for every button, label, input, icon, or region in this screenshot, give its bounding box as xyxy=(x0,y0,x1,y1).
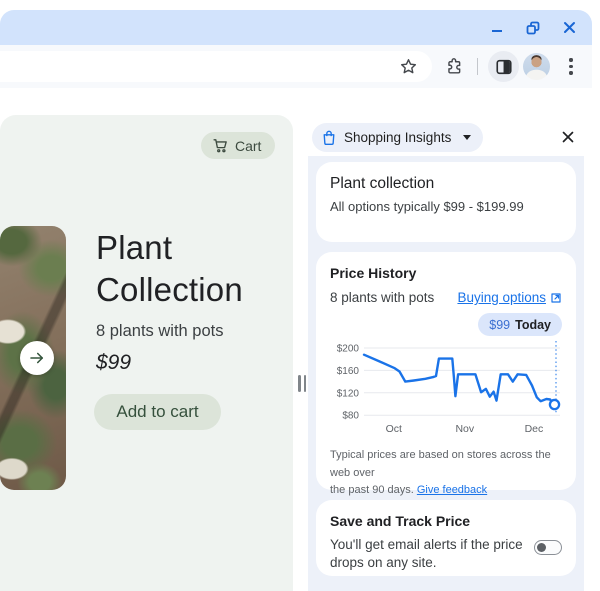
menu-dot xyxy=(569,71,573,75)
minimize-button[interactable] xyxy=(488,19,506,37)
disclaimer-line1: Typical prices are based on stores acros… xyxy=(330,449,551,479)
cart-button-label: Cart xyxy=(235,137,262,154)
today-price-badge: $99 Today xyxy=(478,313,562,336)
buying-options-label: Buying options xyxy=(457,290,546,305)
price-history-card: Price History 8 plants with pots Buying … xyxy=(316,252,576,496)
save-track-title: Save and Track Price xyxy=(330,513,471,529)
close-icon xyxy=(563,22,575,33)
bookmark-star-icon[interactable] xyxy=(399,57,418,76)
webpage: Cart Plant Collection 8 plants with pots… xyxy=(0,115,293,591)
next-image-button[interactable] xyxy=(20,341,54,375)
today-label: Today xyxy=(515,317,551,332)
svg-text:Nov: Nov xyxy=(455,423,474,435)
svg-text:$120: $120 xyxy=(337,388,360,399)
browser-menu-button[interactable] xyxy=(562,51,580,82)
save-track-price-card: Save and Track Price You'll get email al… xyxy=(316,500,576,576)
extensions-icon[interactable] xyxy=(445,57,464,76)
restore-icon xyxy=(526,21,540,34)
give-feedback-link[interactable]: Give feedback xyxy=(417,484,487,496)
save-track-body-line1: You'll get email alerts if the price xyxy=(330,537,523,552)
price-track-toggle[interactable] xyxy=(534,540,562,555)
cart-button[interactable]: Cart xyxy=(201,132,276,159)
side-panel-icon xyxy=(495,59,512,74)
price-history-title: Price History xyxy=(330,265,417,281)
restore-button[interactable] xyxy=(524,19,542,37)
close-window-button[interactable] xyxy=(560,19,578,37)
side-panel-button[interactable] xyxy=(488,51,519,82)
resize-handle-bar xyxy=(298,375,301,392)
chart-disclaimer: Typical prices are based on stores acros… xyxy=(330,447,562,500)
minimize-icon xyxy=(492,29,502,32)
panel-title: Shopping Insights xyxy=(344,130,452,145)
svg-text:$160: $160 xyxy=(337,366,360,377)
product-subtitle: 8 plants with pots xyxy=(96,322,224,340)
window-titlebar xyxy=(0,10,592,45)
product-summary-card: Plant collection All options typically $… xyxy=(316,162,576,242)
svg-text:$200: $200 xyxy=(337,344,360,355)
menu-dot xyxy=(569,64,573,69)
shopping-bag-icon xyxy=(323,130,335,145)
close-icon xyxy=(562,131,574,143)
external-link-icon xyxy=(551,292,561,303)
panel-resize-handle[interactable] xyxy=(298,375,307,392)
address-bar[interactable] xyxy=(0,51,432,82)
price-history-subtitle: 8 plants with pots xyxy=(330,290,435,305)
cart-icon xyxy=(213,139,227,153)
today-price: $99 xyxy=(489,317,511,332)
price-history-chart: $200 $160 $120 $80 Oct Nov Dec xyxy=(337,341,561,435)
product-price: $99 xyxy=(96,351,132,374)
toggle-knob xyxy=(537,543,546,552)
buying-options-link[interactable]: Buying options xyxy=(457,290,562,305)
save-track-body-line2: drops on any site. xyxy=(330,555,437,571)
summary-subtitle: All options typically $99 - $199.99 xyxy=(330,199,524,214)
menu-dot xyxy=(569,58,573,62)
save-track-body: You'll get email alerts if the price dro… xyxy=(330,536,526,572)
add-to-cart-button[interactable]: Add to cart xyxy=(94,394,221,430)
panel-close-button[interactable] xyxy=(556,125,580,149)
resize-handle-bar xyxy=(303,375,306,392)
summary-title: Plant collection xyxy=(330,175,435,192)
panel-content: Plant collection All options typically $… xyxy=(308,156,584,591)
panel-header: Shopping Insights xyxy=(308,115,592,156)
shopping-insights-panel: Shopping Insights Plant collection All o… xyxy=(308,115,592,591)
panel-title-dropdown[interactable]: Shopping Insights xyxy=(312,123,484,152)
disclaimer-line2: the past 90 days. xyxy=(330,484,414,497)
profile-avatar[interactable] xyxy=(523,53,550,80)
svg-text:Dec: Dec xyxy=(525,423,544,435)
toolbar-divider xyxy=(477,58,478,75)
chevron-down-icon xyxy=(463,135,472,140)
svg-text:$80: $80 xyxy=(342,411,359,422)
browser-window: Cart Plant Collection 8 plants with pots… xyxy=(0,0,600,591)
svg-text:Oct: Oct xyxy=(386,423,402,435)
product-title: Plant Collection xyxy=(96,229,243,308)
arrow-right-icon xyxy=(30,352,44,364)
browser-toolbar xyxy=(0,45,592,88)
